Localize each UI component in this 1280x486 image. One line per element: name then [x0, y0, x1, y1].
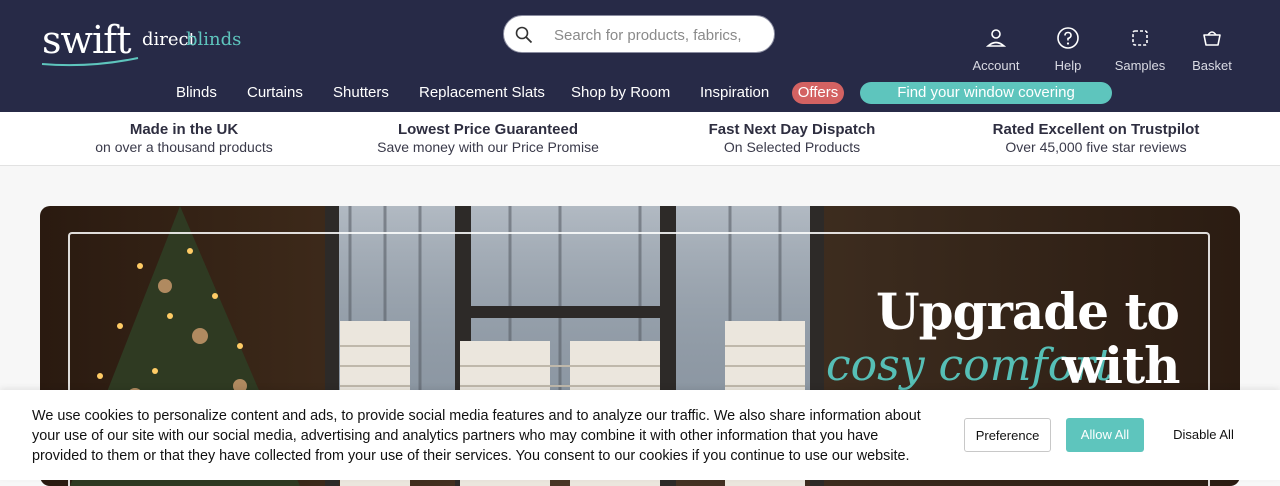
- nav-offers[interactable]: Offers: [792, 82, 844, 104]
- samples-link[interactable]: Samples: [1114, 26, 1166, 73]
- usp-title: Made in the UK: [129, 121, 239, 138]
- search-box: [503, 15, 775, 53]
- nav-replacement-slats[interactable]: Replacement Slats: [419, 82, 545, 104]
- basket-label: Basket: [1192, 58, 1232, 73]
- account-label: Account: [972, 58, 1020, 73]
- usp-title: Fast Next Day Dispatch: [708, 121, 876, 138]
- logo-blinds-text: blinds: [186, 29, 242, 50]
- usp-made-in-uk: Made in the UK on over a thousand produc…: [32, 121, 336, 156]
- cookie-disable-all-button[interactable]: Disable All: [1160, 418, 1247, 452]
- logo-swoosh-icon: [41, 57, 139, 67]
- nav-shop-by-room[interactable]: Shop by Room: [571, 82, 670, 104]
- usp-next-day-dispatch: Fast Next Day Dispatch On Selected Produ…: [640, 121, 944, 156]
- hero-heading-line1: Upgrade to: [876, 282, 1180, 341]
- hero-heading-line2: with: [1062, 336, 1180, 395]
- search-icon[interactable]: [515, 26, 533, 44]
- help-link[interactable]: Help: [1050, 26, 1086, 73]
- account-link[interactable]: Account: [970, 26, 1022, 73]
- basket-link[interactable]: Basket: [1190, 26, 1234, 73]
- user-icon: [985, 29, 1007, 47]
- help-label: Help: [1054, 58, 1082, 73]
- search-input[interactable]: [552, 23, 766, 47]
- usp-subtitle: On Selected Products: [723, 139, 861, 155]
- find-window-covering-button[interactable]: Find your window covering: [860, 82, 1112, 104]
- samples-label: Samples: [1114, 58, 1166, 73]
- usp-title: Rated Excellent on Trustpilot: [992, 121, 1200, 138]
- site-header: swift direct blinds Account Help Sam: [0, 0, 1280, 112]
- samples-icon: [1132, 30, 1148, 46]
- usp-subtitle: on over a thousand products: [95, 139, 273, 155]
- cookie-banner: We use cookies to personalize content an…: [0, 390, 1280, 480]
- usp-subtitle: Over 45,000 five star reviews: [1005, 139, 1187, 155]
- cookie-preference-button[interactable]: Preference: [964, 418, 1051, 452]
- nav-curtains[interactable]: Curtains: [247, 82, 303, 104]
- nav-blinds[interactable]: Blinds: [176, 82, 217, 104]
- usp-subtitle: Save money with our Price Promise: [377, 139, 599, 155]
- cookie-allow-all-button[interactable]: Allow All: [1066, 418, 1144, 452]
- nav-shutters[interactable]: Shutters: [333, 82, 389, 104]
- usp-trustpilot: Rated Excellent on Trustpilot Over 45,00…: [944, 121, 1248, 156]
- basket-icon: [1203, 31, 1221, 46]
- usp-bar: Made in the UK on over a thousand produc…: [0, 112, 1280, 166]
- usp-title: Lowest Price Guaranteed: [397, 121, 579, 138]
- nav-inspiration[interactable]: Inspiration: [700, 82, 769, 104]
- usp-lowest-price: Lowest Price Guaranteed Save money with …: [336, 121, 640, 156]
- help-icon: [1057, 27, 1079, 49]
- cookie-message: We use cookies to personalize content an…: [32, 408, 921, 464]
- swift-direct-blinds-logo[interactable]: swift direct blinds: [40, 18, 242, 70]
